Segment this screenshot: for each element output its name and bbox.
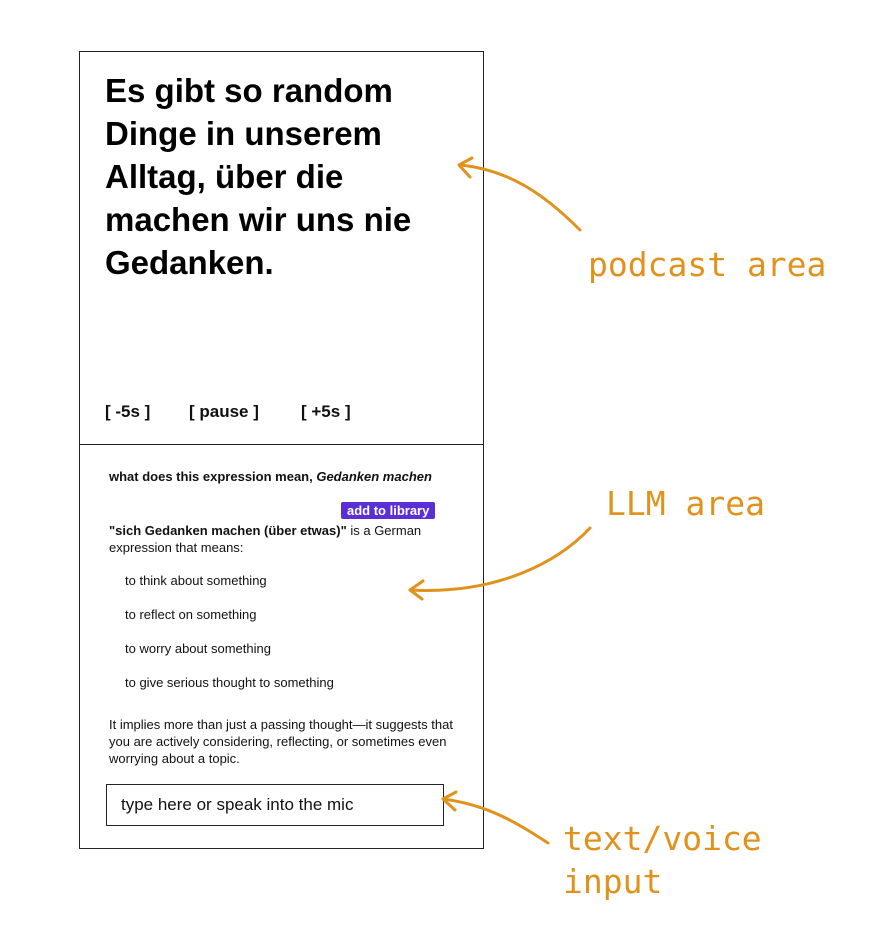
meaning-list: to think about something to reflect on s…	[125, 572, 334, 708]
llm-area: what does this expression mean, Gedanken…	[80, 445, 483, 848]
list-item: to think about something	[125, 573, 267, 588]
question-phrase: Gedanken machen	[316, 469, 432, 484]
podcast-transcript: Es gibt so random Dinge in unserem Allta…	[105, 69, 465, 284]
podcast-area: Es gibt so random Dinge in unserem Allta…	[80, 52, 483, 445]
input-label-line1: text/voice	[563, 819, 762, 858]
answer-expression: "sich Gedanken machen (über etwas)"	[109, 523, 347, 538]
transcript-line: Dinge in unserem	[105, 115, 382, 152]
answer-intro: "sich Gedanken machen (über etwas)" is a…	[109, 522, 454, 556]
transcript-line: Es gibt so random	[105, 72, 393, 109]
transcript-line: machen wir uns nie	[105, 201, 412, 238]
app-frame: Es gibt so random Dinge in unserem Allta…	[79, 51, 484, 849]
list-item: to give serious thought to something	[125, 675, 334, 690]
pause-button[interactable]: [ pause ]	[189, 402, 301, 422]
playback-controls: [ -5s ] [ pause ] [ +5s ]	[105, 402, 351, 422]
add-to-library-button[interactable]: add to library	[341, 502, 436, 519]
text-voice-input[interactable]	[106, 784, 444, 826]
transcript-line: Gedanken.	[105, 244, 274, 281]
user-question: what does this expression mean, Gedanken…	[109, 468, 439, 485]
list-item: to reflect on something	[125, 607, 257, 622]
input-label-line2: input	[563, 862, 663, 901]
answer-summary: It implies more than just a passing thou…	[109, 717, 453, 766]
podcast-area-label: podcast area	[588, 245, 827, 284]
llm-area-label: LLM area	[606, 484, 765, 523]
rewind-5s-button[interactable]: [ -5s ]	[105, 402, 189, 422]
transcript-line: Alltag, über die	[105, 158, 344, 195]
question-text: what does this expression mean,	[109, 469, 317, 484]
forward-5s-button[interactable]: [ +5s ]	[301, 402, 351, 422]
list-item: to worry about something	[125, 641, 271, 656]
